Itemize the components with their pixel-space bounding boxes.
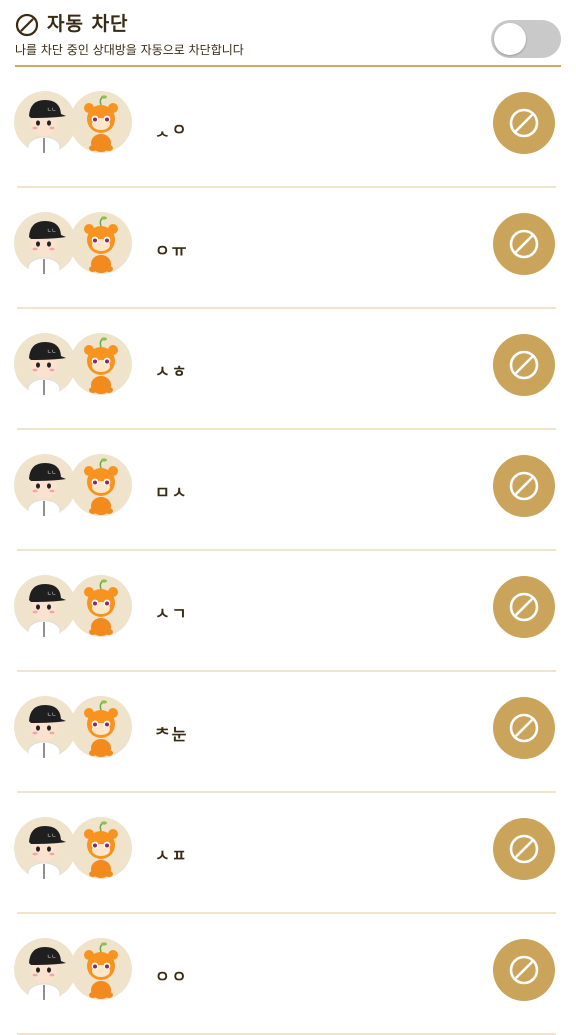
partner-avatar	[70, 212, 132, 274]
blocked-user-list: ㄴㄴ ᆺㅇ ㄴㄴ ㅇㅠ ㄴㄴ ㅅㅎ ㄴㄴ ㅁㅅ ㄴㄴ ㅅㄱ ㄴㄴ ᄎ눈 ㄴㄴ ㅅ…	[0, 67, 576, 1035]
user-avatar: ㄴㄴ	[14, 575, 76, 637]
user-name: ᆺㅇ	[155, 120, 189, 139]
block-button[interactable]	[493, 697, 555, 759]
block-icon	[509, 592, 539, 622]
user-name: ㅅㅍ	[155, 846, 189, 865]
block-icon	[509, 350, 539, 380]
user-name: ᄎ눈	[155, 725, 189, 744]
user-avatar: ㄴㄴ	[14, 696, 76, 758]
user-row: ㄴㄴ ㅅㅎ	[0, 309, 576, 430]
block-button[interactable]	[493, 939, 555, 1001]
svg-text:ㄴㄴ: ㄴㄴ	[47, 107, 56, 113]
partner-avatar	[70, 938, 132, 1000]
svg-text:ㄴㄴ: ㄴㄴ	[47, 712, 56, 718]
block-icon	[509, 713, 539, 743]
partner-avatar	[70, 575, 132, 637]
svg-text:ㄴㄴ: ㄴㄴ	[47, 470, 56, 476]
block-button[interactable]	[493, 334, 555, 396]
block-button[interactable]	[493, 92, 555, 154]
user-avatar: ㄴㄴ	[14, 938, 76, 1000]
user-avatar: ㄴㄴ	[14, 817, 76, 879]
user-row: ㄴㄴ ㅅㄱ	[0, 551, 576, 672]
block-icon	[509, 834, 539, 864]
user-avatar: ㄴㄴ	[14, 91, 76, 153]
user-avatar: ㄴㄴ	[14, 454, 76, 516]
user-row: ㄴㄴ ᄎ눈	[0, 672, 576, 793]
auto-block-description: 나를 차단 중인 상대방을 자동으로 차단합니다	[15, 43, 244, 57]
auto-block-header: 자동 차단 나를 차단 중인 상대방을 자동으로 차단합니다	[0, 0, 576, 66]
partner-avatar	[70, 91, 132, 153]
user-avatar: ㄴㄴ	[14, 333, 76, 395]
user-name: ㅁㅅ	[155, 483, 189, 502]
block-button[interactable]	[493, 576, 555, 638]
auto-block-title: 자동 차단	[47, 13, 129, 35]
partner-avatar	[70, 454, 132, 516]
svg-text:ㄴㄴ: ㄴㄴ	[47, 954, 56, 960]
user-row: ㄴㄴ ㅇㅇ	[0, 914, 576, 1035]
toggle-knob[interactable]	[494, 23, 526, 55]
auto-block-toggle[interactable]	[491, 20, 561, 58]
user-row: ㄴㄴ ㅇㅠ	[0, 188, 576, 309]
block-button[interactable]	[493, 818, 555, 880]
block-button[interactable]	[493, 213, 555, 275]
user-name: ㅇㅠ	[155, 241, 189, 260]
partner-avatar	[70, 333, 132, 395]
user-name: ㅅㄱ	[155, 604, 189, 623]
user-avatar: ㄴㄴ	[14, 212, 76, 274]
svg-text:ㄴㄴ: ㄴㄴ	[47, 833, 56, 839]
user-name: ㅅㅎ	[155, 362, 189, 381]
block-icon	[509, 229, 539, 259]
svg-text:ㄴㄴ: ㄴㄴ	[47, 349, 56, 355]
user-row: ㄴㄴ ㅁㅅ	[0, 430, 576, 551]
block-button[interactable]	[493, 455, 555, 517]
partner-avatar	[70, 696, 132, 758]
block-icon	[509, 108, 539, 138]
user-name: ㅇㅇ	[155, 967, 189, 986]
svg-text:ㄴㄴ: ㄴㄴ	[47, 228, 56, 234]
block-icon	[509, 471, 539, 501]
partner-avatar	[70, 817, 132, 879]
user-row: ㄴㄴ ᆺㅇ	[0, 67, 576, 188]
block-icon	[15, 13, 39, 37]
user-row: ㄴㄴ ㅅㅍ	[0, 793, 576, 914]
svg-text:ㄴㄴ: ㄴㄴ	[47, 591, 56, 597]
block-icon	[509, 955, 539, 985]
